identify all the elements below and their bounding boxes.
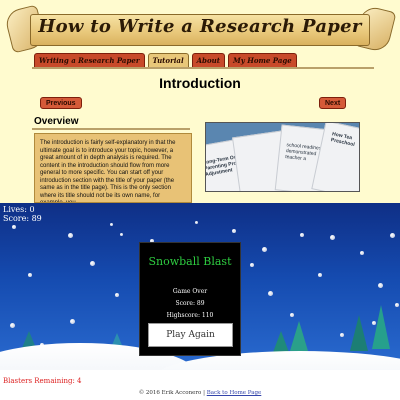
- blasters-remaining: Blasters Remaining: 4: [3, 377, 82, 385]
- final-score: Score: 89: [175, 300, 205, 307]
- page-footer: © 2016 Erik Acconero | Back to Home Page: [0, 390, 400, 396]
- snowflake: [68, 233, 73, 238]
- snowflake: [28, 273, 32, 277]
- site-title: How to Write a Research Paper: [38, 16, 362, 37]
- intro-text-box: The introduction is fairly self-explanat…: [34, 133, 192, 203]
- game-canvas[interactable]: Lives: 0 Score: 89 Snowball Blast Game O…: [0, 203, 400, 370]
- pine-tree: [290, 321, 308, 351]
- snowflake: [120, 233, 123, 236]
- snowflake: [195, 221, 198, 224]
- next-button[interactable]: Next: [319, 97, 347, 109]
- pine-tree: [372, 305, 390, 349]
- snowflake: [262, 247, 267, 252]
- game-over-dialog: Snowball Blast Game Over Score: 89 Highs…: [139, 242, 241, 356]
- snowflake: [115, 293, 119, 297]
- snowflake: [395, 303, 399, 307]
- home-link[interactable]: Back to Home Page: [207, 390, 262, 396]
- nav-tabs: Writing a Research Paper Tutorial About …: [34, 53, 297, 67]
- snowflake: [390, 233, 395, 238]
- snowflake: [290, 313, 294, 317]
- snowflake: [70, 319, 75, 324]
- snowflake: [378, 283, 383, 288]
- nav-divider: [32, 67, 374, 69]
- score-counter: Score: 89: [3, 214, 42, 223]
- snowflake: [330, 235, 335, 240]
- snowflake: [10, 323, 15, 328]
- pine-tree: [350, 315, 368, 351]
- lives-counter: Lives: 0: [3, 205, 35, 214]
- site-banner: How to Write a Research Paper: [3, 4, 397, 54]
- snowflake: [110, 223, 113, 226]
- snowflake: [340, 333, 344, 337]
- play-again-button[interactable]: Play Again: [148, 323, 233, 347]
- previous-button[interactable]: Previous: [40, 97, 82, 109]
- research-papers-image: Long-Term Outc Parenting Progr Adjustmen…: [205, 122, 360, 192]
- copyright-text: © 2016 Erik Acconero |: [138, 390, 207, 396]
- snowflake: [232, 229, 236, 233]
- game-title: Snowball Blast: [148, 255, 232, 268]
- snowflake: [250, 263, 254, 267]
- section-title: Overview: [34, 116, 79, 127]
- highscore: Highscore: 110: [166, 312, 214, 319]
- tab-my-home-page[interactable]: My Home Page: [227, 53, 297, 67]
- snowflake: [300, 233, 304, 237]
- tab-tutorial[interactable]: Tutorial: [147, 53, 189, 67]
- snowflake: [360, 251, 364, 255]
- snowflake: [12, 225, 16, 229]
- tab-about[interactable]: About: [191, 53, 225, 67]
- tab-writing-research-paper[interactable]: Writing a Research Paper: [34, 53, 145, 67]
- game-over-text: Game Over: [172, 288, 208, 295]
- section-divider: [32, 128, 190, 130]
- page-title: Introduction: [159, 75, 241, 91]
- snowflake: [318, 273, 322, 277]
- snowflake: [268, 291, 273, 296]
- snowflake: [90, 261, 95, 266]
- paper-text: How Tea Preschool: [330, 131, 356, 149]
